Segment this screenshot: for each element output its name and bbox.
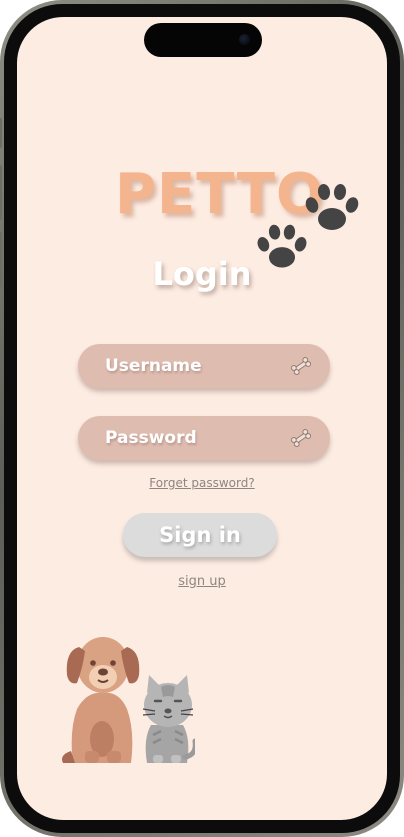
bone-icon — [290, 357, 312, 375]
phone-volume-down-button — [0, 232, 2, 287]
username-field-container — [78, 344, 330, 388]
login-screen: PETTO Login Username Forget password? Si… — [17, 17, 387, 820]
bone-icon — [290, 429, 312, 447]
password-field-container — [78, 416, 330, 460]
dynamic-island — [144, 23, 262, 57]
page-title: Login — [152, 255, 252, 293]
logo-text: PETTO — [115, 162, 325, 227]
phone-action-button — [0, 118, 2, 148]
paw-icon — [305, 184, 359, 230]
sign-in-button[interactable]: Sign in — [123, 513, 277, 557]
phone-bezel: PETTO Login Username Forget password? Si… — [4, 4, 400, 833]
phone-volume-up-button — [0, 165, 2, 220]
app-logo: PETTO — [115, 162, 359, 268]
dog-and-cat-illustration — [62, 637, 195, 763]
dog-illustration — [62, 637, 140, 763]
forgot-password-link[interactable]: Forget password? — [17, 476, 387, 490]
camera-icon — [239, 34, 250, 45]
sign-up-link[interactable]: sign up — [17, 574, 387, 589]
cat-illustration — [142, 675, 195, 763]
phone-frame: PETTO Login Username Forget password? Si… — [0, 0, 404, 837]
